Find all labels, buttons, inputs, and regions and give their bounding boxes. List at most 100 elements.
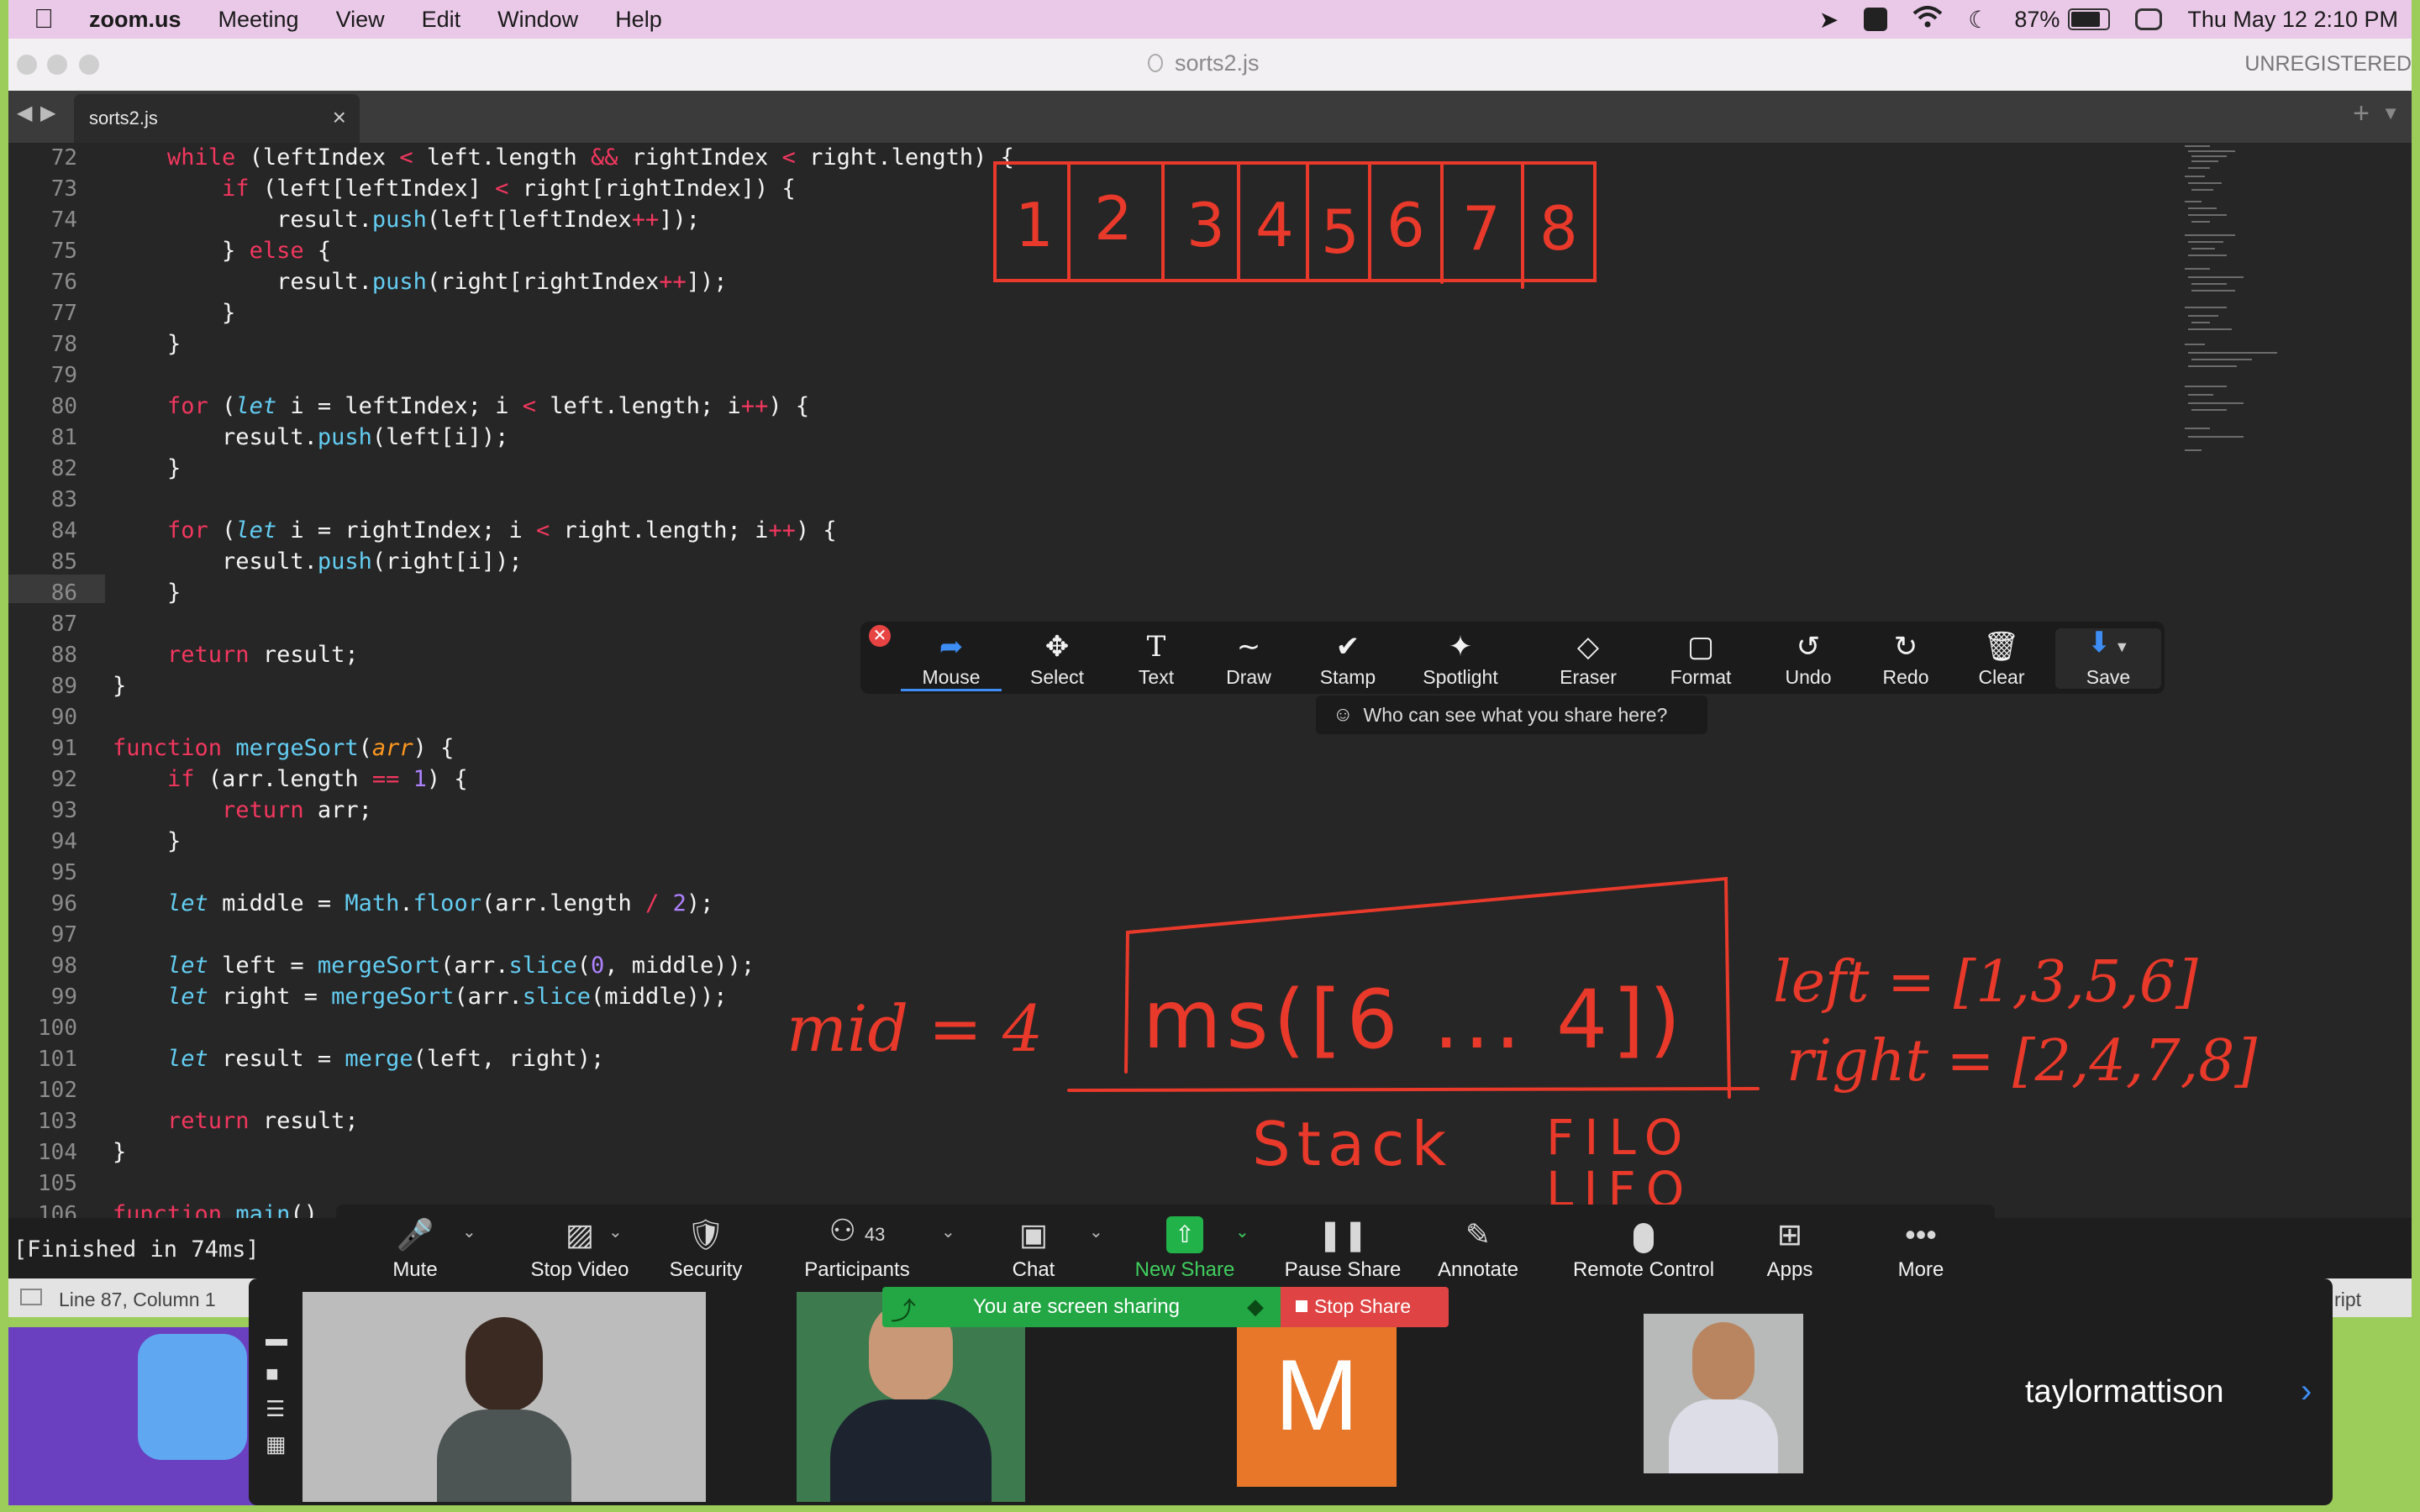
tab-label: sorts2.js xyxy=(89,108,158,129)
move-arrows-icon: ✥ xyxy=(1044,631,1070,663)
next-page-icon[interactable]: › xyxy=(2301,1373,2312,1410)
tool-undo[interactable]: ↺ Undo xyxy=(1766,628,1850,689)
participant-tile-1[interactable] xyxy=(302,1292,706,1502)
security-button[interactable]: 🛡 Security xyxy=(655,1210,756,1282)
menu-datetime[interactable]: Thu May 12 2:10 PM xyxy=(2187,7,2398,33)
microphone-icon: 🎤 xyxy=(396,1217,434,1252)
control-center-icon[interactable] xyxy=(2135,8,2163,30)
apple-icon[interactable]:  xyxy=(34,3,54,34)
mouse-pointer-icon: ➦ xyxy=(939,631,964,663)
remote-control-button[interactable]: Remote Control xyxy=(1551,1210,1736,1282)
apps-button[interactable]: ⊞ Apps xyxy=(1748,1210,1832,1282)
tool-select[interactable]: ✥ Select xyxy=(1015,628,1099,689)
close-window-button[interactable] xyxy=(17,55,37,75)
close-annotation-icon[interactable]: ✕ xyxy=(869,625,891,647)
stop-share-button[interactable]: Stop Share xyxy=(1281,1287,1449,1327)
zoom-window-button[interactable] xyxy=(79,55,99,75)
video-options-chevron-icon[interactable]: ⌄ xyxy=(608,1221,623,1242)
build-output-text: [Finished in 74ms] xyxy=(13,1236,260,1263)
tab-close-icon[interactable]: × xyxy=(333,104,346,131)
battery-icon[interactable] xyxy=(2068,8,2111,30)
dock-background xyxy=(8,1327,260,1505)
mid-note: mid = 4 xyxy=(786,991,1044,1066)
location-icon[interactable]: ➤ xyxy=(1819,6,1839,34)
shield-check-icon[interactable]: ◆ xyxy=(1247,1294,1264,1320)
tool-clear[interactable]: 🗑 Clear xyxy=(1960,628,2044,689)
pause-share-button[interactable]: ❚❚ Pause Share xyxy=(1276,1210,1410,1282)
stop-video-button[interactable]: ▨ Stop Video xyxy=(504,1210,655,1282)
tool-spotlight[interactable]: ✦ Spotlight xyxy=(1410,628,1511,689)
mute-options-chevron-icon[interactable]: ⌄ xyxy=(462,1221,476,1242)
who-can-see-tooltip[interactable]: ☺ Who can see what you share here? xyxy=(1316,696,1707,734)
tool-redo-label: Redo xyxy=(1882,666,1929,688)
window-title: sorts2.js xyxy=(1175,50,1260,76)
participants-options-chevron-icon[interactable]: ⌄ xyxy=(941,1221,955,1242)
new-share-label: New Share xyxy=(1134,1258,1235,1281)
new-tab-icon[interactable]: + xyxy=(2353,97,2370,130)
tool-format[interactable]: ▢ Format xyxy=(1659,628,1743,689)
annotate-label: Annotate xyxy=(1437,1258,1519,1281)
array-cell-8: 8 xyxy=(1539,193,1578,264)
chat-button[interactable]: ▣ Chat xyxy=(992,1210,1076,1282)
share-options-chevron-icon[interactable]: ⌄ xyxy=(1235,1221,1249,1242)
tab-back-icon[interactable]: ◀ xyxy=(17,101,32,125)
tool-save[interactable]: ⬇ ▼ Save xyxy=(2055,627,2161,689)
left-array-note: left = [1,3,5,6] xyxy=(1773,949,2198,1016)
participants-count: 43 xyxy=(864,1224,886,1245)
tool-draw[interactable]: ∼ Draw xyxy=(1207,628,1291,689)
save-download-icon: ⬇ ▼ xyxy=(2086,627,2130,659)
participant-name: taylormattison xyxy=(2025,1374,2224,1410)
more-button[interactable]: ••• More xyxy=(1879,1210,1963,1282)
tool-eraser[interactable]: ◇ Eraser xyxy=(1546,628,1630,689)
strip-view-icon[interactable]: ▬ ■ ☰ ▦ xyxy=(266,1320,287,1462)
tool-text[interactable]: T Text xyxy=(1114,628,1198,689)
wifi-icon[interactable] xyxy=(1912,5,1943,34)
tool-stamp[interactable]: ✔ Stamp xyxy=(1306,628,1390,689)
minimize-window-button[interactable] xyxy=(47,55,67,75)
pause-share-label: Pause Share xyxy=(1284,1258,1402,1281)
tab-forward-icon[interactable]: ▶ xyxy=(40,101,55,125)
array-drawing xyxy=(993,161,1597,282)
format-square-icon: ▢ xyxy=(1686,631,1715,663)
tool-mouse[interactable]: ➦ Mouse xyxy=(901,628,1002,691)
menu-window[interactable]: Window xyxy=(497,7,578,33)
menu-view[interactable]: View xyxy=(336,7,385,33)
annotate-button[interactable]: ✎ Annotate xyxy=(1423,1210,1533,1282)
tool-redo[interactable]: ↻ Redo xyxy=(1864,628,1948,689)
participants-button[interactable]: ⚇ 43 Participants xyxy=(781,1210,933,1282)
person-icon: ☺ xyxy=(1333,703,1354,726)
drive-icon[interactable] xyxy=(1864,8,1888,31)
participant-4-video xyxy=(1669,1322,1778,1473)
array-cell-5: 5 xyxy=(1321,197,1360,267)
tool-clear-label: Clear xyxy=(1978,666,2025,688)
menu-app-name[interactable]: zoom.us xyxy=(89,7,182,33)
participant-tile-4[interactable] xyxy=(1644,1314,1803,1473)
redo-icon: ↻ xyxy=(1893,631,1918,663)
chat-label: Chat xyxy=(1012,1258,1055,1281)
more-dots-icon: ••• xyxy=(1905,1217,1937,1252)
moon-icon[interactable]: ☾ xyxy=(1968,6,1989,34)
sharing-status-bar: ⤴ You are screen sharing ◆ xyxy=(882,1287,1281,1327)
participant-2-video xyxy=(830,1300,992,1502)
menu-bar:  zoom.us Meeting View Edit Window Help … xyxy=(8,0,2412,39)
array-cell-1: 1 xyxy=(1015,190,1054,260)
stop-square-icon xyxy=(1296,1300,1307,1312)
panel-toggle-icon[interactable] xyxy=(20,1289,42,1305)
menu-help[interactable]: Help xyxy=(615,7,662,33)
new-share-button[interactable]: ⇧ New Share xyxy=(1126,1210,1244,1282)
finder-icon[interactable] xyxy=(138,1334,247,1460)
menu-edit[interactable]: Edit xyxy=(422,7,461,33)
tab-sorts2[interactable]: sorts2.js × xyxy=(74,94,360,143)
cursor-position: Line 87, Column 1 xyxy=(59,1289,216,1310)
syntax-label[interactable]: ript xyxy=(2334,1289,2361,1311)
participant-tile-3[interactable]: M xyxy=(1237,1327,1397,1487)
save-chevron-icon[interactable]: ▼ xyxy=(2114,638,2129,655)
tool-save-label: Save xyxy=(2086,666,2131,688)
stop-video-label: Stop Video xyxy=(530,1258,629,1281)
menu-meeting[interactable]: Meeting xyxy=(218,7,299,33)
chat-options-chevron-icon[interactable]: ⌄ xyxy=(1089,1221,1103,1242)
mute-button[interactable]: 🎤 Mute xyxy=(373,1210,457,1282)
who-can-see-text: Who can see what you share here? xyxy=(1363,703,1668,726)
tab-menu-icon[interactable]: ▼ xyxy=(2381,102,2400,124)
text-t-icon: T xyxy=(1146,630,1166,664)
